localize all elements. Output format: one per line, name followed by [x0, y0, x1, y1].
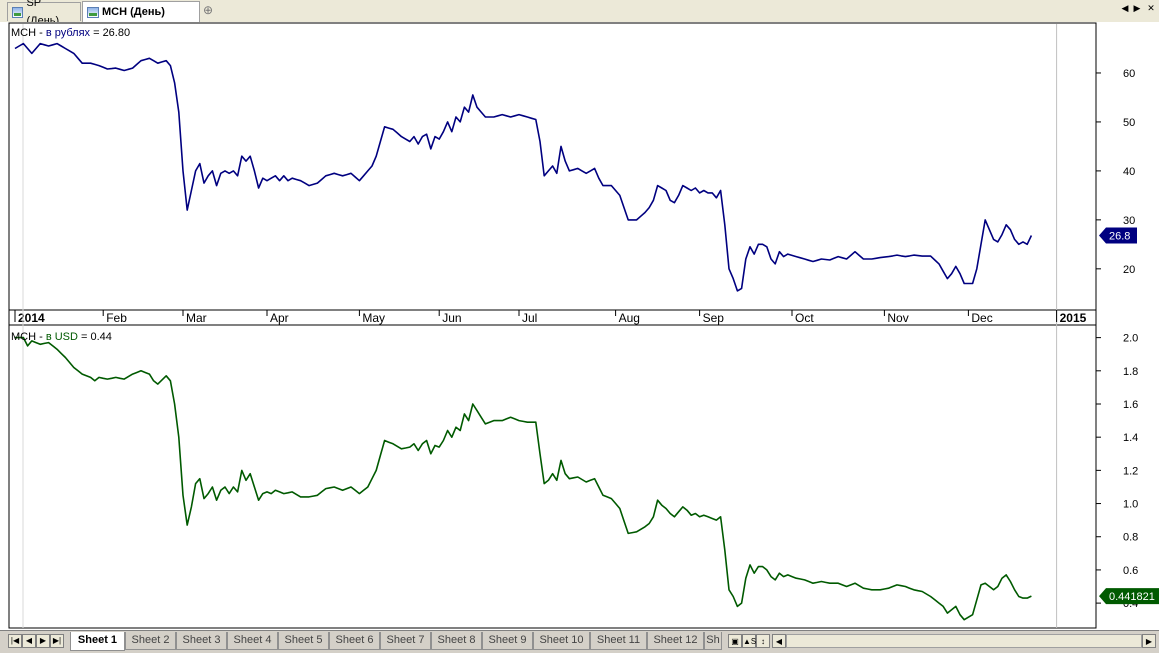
sheet-tab-10[interactable]: Sheet 10: [533, 632, 590, 650]
x-tick-label: Jul: [522, 311, 537, 325]
y-tick-label: 2.0: [1123, 333, 1138, 345]
prev-sheet-button[interactable]: ◀: [22, 634, 36, 648]
x-tick-label: Mar: [186, 311, 207, 325]
scale-button[interactable]: ▲S: [742, 634, 756, 648]
series-line: [15, 336, 1032, 621]
y-tick-label: 1.0: [1123, 499, 1138, 511]
sheet-tab-5[interactable]: Sheet 5: [278, 632, 329, 650]
close-icon[interactable]: ✕: [1145, 3, 1157, 14]
x-tick-label: May: [362, 311, 385, 325]
chart-icon: [12, 6, 24, 18]
sheet-tab-8[interactable]: Sheet 8: [431, 632, 482, 650]
y-tick-label: 50: [1123, 117, 1135, 129]
last-value-label: 26.8: [1109, 231, 1130, 243]
y-tick-label: 40: [1123, 166, 1135, 178]
x-tick-label: Sep: [703, 311, 725, 325]
y-tick-label: 1.2: [1123, 465, 1138, 477]
x-tick-label: 2014: [18, 311, 45, 325]
pane-title: MCH - в USD = 0.44: [11, 331, 112, 343]
y-tick-label: 0.8: [1123, 532, 1138, 544]
x-tick-label: Aug: [619, 311, 640, 325]
sheet-tab-1[interactable]: Sheet 1: [70, 632, 125, 651]
sheet-tab-3[interactable]: Sheet 3: [176, 632, 227, 650]
tab-sp[interactable]: SP (День): [7, 0, 81, 27]
last-sheet-button[interactable]: ▶|: [50, 634, 64, 648]
resize-button[interactable]: ↕: [756, 634, 770, 648]
chart-area[interactable]: 2014 Feb Mar Apr May Jun Jul Aug Sep Oct Nov Dec 201…: [0, 22, 1159, 630]
document-tab-bar: SP (День) MCH (День) ⊕ ◀ ▶ ✕: [0, 0, 1159, 27]
sheet-tab-6[interactable]: Sheet 6: [329, 632, 380, 650]
y-tick-label: 60: [1123, 68, 1135, 80]
x-tick-label: Oct: [795, 311, 814, 325]
x-tick-label: 2015: [1060, 311, 1087, 325]
price-chart[interactable]: 2014 Feb Mar Apr May Jun Jul Aug Sep Oct Nov Dec 201…: [0, 22, 1159, 630]
sheet-tab-9[interactable]: Sheet 9: [482, 632, 533, 650]
last-value-label: 0.441821: [1109, 591, 1155, 603]
pane-title: MCH - в рублях = 26.80: [11, 27, 130, 39]
tab-scroll-left-icon[interactable]: ◀: [1119, 3, 1131, 14]
y-tick-label: 0.6: [1123, 565, 1138, 577]
tab-scroll-right-icon[interactable]: ▶: [1131, 3, 1143, 14]
tab-mch-label: MCH (День): [102, 6, 165, 18]
chart-icon: [87, 6, 99, 18]
y-tick-label: 1.4: [1123, 432, 1138, 444]
sheet-tab-2[interactable]: Sheet 2: [125, 632, 176, 650]
x-tick-label: Apr: [270, 311, 289, 325]
scroll-left-icon[interactable]: ◀: [772, 634, 786, 648]
new-tab-icon[interactable]: ⊕: [201, 3, 215, 17]
series-line: [14, 42, 1033, 292]
sheet-tab-11[interactable]: Sheet 11: [590, 632, 647, 650]
y-tick-label: 1.6: [1123, 399, 1138, 411]
x-tick-label: Nov: [887, 311, 908, 325]
lock-icon[interactable]: ▣: [728, 634, 742, 648]
y-tick-label: 20: [1123, 264, 1135, 276]
sheet-tab-bar: |◀ ◀ ▶ ▶| Sheet 1 Sheet 2 Sheet 3 Sheet 4 Sh…: [0, 630, 1159, 653]
x-tick-label: Dec: [971, 311, 992, 325]
first-sheet-button[interactable]: |◀: [8, 634, 22, 648]
sheet-tab-4[interactable]: Sheet 4: [227, 632, 278, 650]
x-tick-label: Feb: [106, 311, 127, 325]
x-tick-label: Jun: [442, 311, 461, 325]
next-sheet-button[interactable]: ▶: [36, 634, 50, 648]
scroll-right-icon[interactable]: ▶: [1142, 634, 1156, 648]
y-tick-label: 1.8: [1123, 366, 1138, 378]
sheet-tab-7[interactable]: Sheet 7: [380, 632, 431, 650]
y-tick-label: 30: [1123, 215, 1135, 227]
horizontal-scrollbar[interactable]: [786, 634, 1142, 648]
sheet-tab-13[interactable]: Sh: [704, 632, 722, 650]
tab-mch[interactable]: MCH (День): [82, 1, 200, 22]
sheet-tab-12[interactable]: Sheet 12: [647, 632, 704, 650]
